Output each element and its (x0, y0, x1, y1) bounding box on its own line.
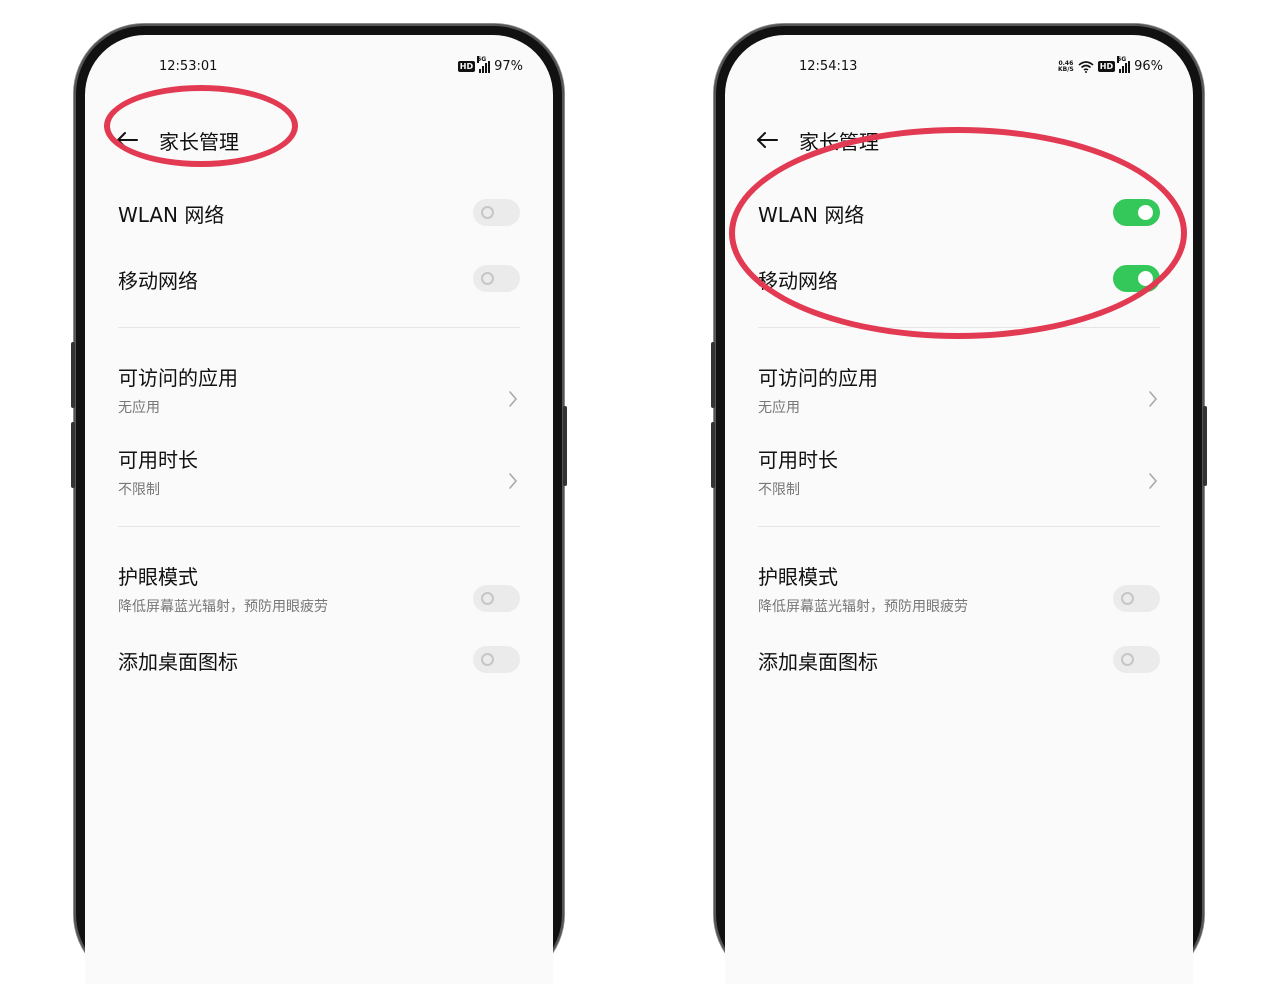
power-button (1203, 406, 1207, 486)
desktop-icon-toggle[interactable] (473, 646, 520, 673)
annotation-ellipse-toggles (729, 127, 1187, 339)
volume-button (711, 422, 715, 488)
battery-level: 97% (494, 59, 523, 74)
accessible-apps-row[interactable]: 可访问的应用 无应用 (118, 362, 520, 417)
chevron-right-icon (509, 473, 518, 489)
network-speed: 0.46 KB/S (1058, 59, 1074, 73)
time-limit-value: 不限制 (758, 482, 800, 498)
time-limit-row[interactable]: 可用时长 不限制 (118, 444, 520, 499)
desktop-icon-row[interactable]: 添加桌面图标 (758, 646, 1160, 676)
eye-care-toggle[interactable] (473, 585, 520, 612)
status-bar: 12:54:13 0.46 KB/S HD 5G 96% (725, 55, 1193, 79)
hd-icon: HD (1097, 61, 1116, 72)
accessible-apps-label: 可访问的应用 (758, 366, 878, 390)
power-button (563, 406, 567, 486)
time-limit-row[interactable]: 可用时长 不限制 (758, 444, 1160, 499)
status-time: 12:53:01 (159, 59, 218, 74)
eye-care-description: 降低屏幕蓝光辐射，预防用眼疲劳 (758, 599, 968, 615)
screen: 12:53:01 HD 5G 97% 家长管理 WLAN 网络 移动网络 可访问… (85, 35, 553, 984)
chevron-right-icon (509, 391, 518, 407)
time-limit-value: 不限制 (118, 482, 160, 498)
chevron-right-icon (1149, 391, 1158, 407)
volume-button (711, 342, 715, 408)
eye-care-description: 降低屏幕蓝光辐射，预防用眼疲劳 (118, 599, 328, 615)
time-limit-label: 可用时长 (758, 448, 838, 472)
eye-care-label: 护眼模式 (118, 565, 198, 589)
status-time: 12:54:13 (799, 59, 858, 74)
accessible-apps-label: 可访问的应用 (118, 366, 238, 390)
eye-care-toggle[interactable] (1113, 585, 1160, 612)
divider (118, 327, 520, 328)
mobile-network-row[interactable]: 移动网络 (118, 265, 520, 295)
hd-icon: HD (457, 61, 476, 72)
arrow-left-icon[interactable] (755, 130, 779, 150)
eye-care-row[interactable]: 护眼模式 降低屏幕蓝光辐射，预防用眼疲劳 (758, 561, 1160, 616)
wifi-icon (1078, 60, 1094, 73)
divider (758, 526, 1160, 527)
mobile-network-label: 移动网络 (118, 269, 198, 293)
time-limit-label: 可用时长 (118, 448, 198, 472)
status-bar: 12:53:01 HD 5G 97% (85, 55, 553, 79)
desktop-icon-toggle[interactable] (1113, 646, 1160, 673)
accessible-apps-value: 无应用 (758, 400, 800, 416)
mobile-network-toggle[interactable] (473, 265, 520, 292)
wlan-label: WLAN 网络 (118, 203, 225, 227)
eye-care-row[interactable]: 护眼模式 降低屏幕蓝光辐射，预防用眼疲劳 (118, 561, 520, 616)
phone-left: 12:53:01 HD 5G 97% 家长管理 WLAN 网络 移动网络 可访问… (71, 24, 567, 984)
annotation-ellipse-title (104, 85, 298, 167)
wlan-toggle[interactable] (473, 199, 520, 226)
accessible-apps-row[interactable]: 可访问的应用 无应用 (758, 362, 1160, 417)
desktop-icon-row[interactable]: 添加桌面图标 (118, 646, 520, 676)
chevron-right-icon (1149, 473, 1158, 489)
divider (118, 526, 520, 527)
battery-level: 96% (1134, 59, 1163, 74)
volume-button (71, 422, 75, 488)
desktop-icon-label: 添加桌面图标 (758, 650, 878, 674)
wlan-row[interactable]: WLAN 网络 (118, 199, 520, 229)
accessible-apps-value: 无应用 (118, 400, 160, 416)
desktop-icon-label: 添加桌面图标 (118, 650, 238, 674)
signal-icon: 5G (477, 55, 491, 73)
volume-button (71, 342, 75, 408)
eye-care-label: 护眼模式 (758, 565, 838, 589)
signal-icon: 5G (1117, 55, 1131, 73)
